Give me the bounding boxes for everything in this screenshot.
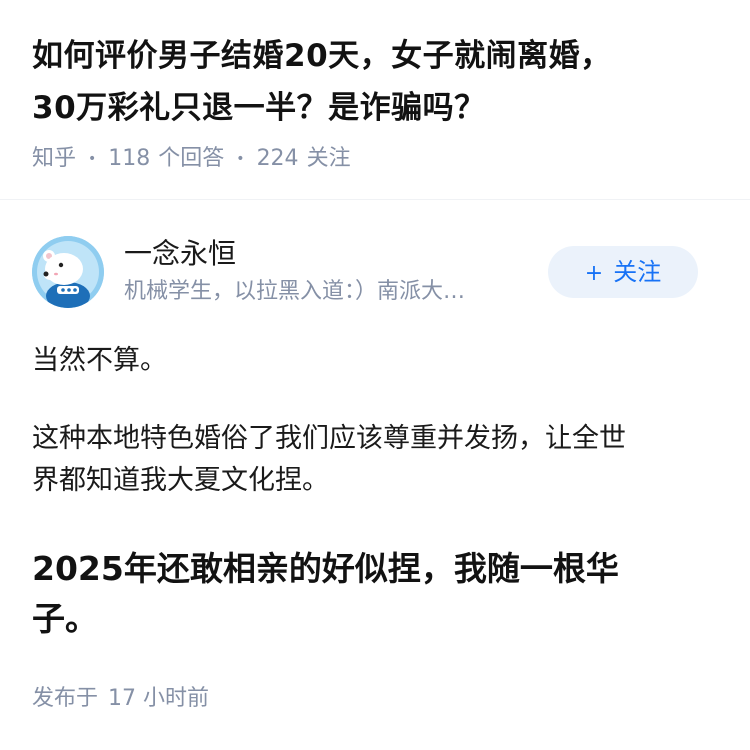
author-bio: 机械学生，以拉黑入道：）南派大… [124, 279, 466, 304]
question-title-line-1[interactable]: 如何评价男子结婚20天，女子就闹离婚， [32, 38, 612, 74]
question-meta: 知乎 • 118 个回答 • 224 关注 [32, 144, 722, 174]
answer-bold-line-1: 2025年还敢相亲的好似捏，我随一根华 [32, 549, 619, 588]
publish-time-value: 17 小时前 [108, 686, 210, 711]
answer-paragraph-line-1: 这种本地特色婚俗了我们应该尊重并发扬，让全世 [32, 423, 626, 454]
answer-paragraph: 这种本地特色婚俗了我们应该尊重并发扬，让全世 界都知道我大夏文化捏。 [32, 418, 712, 502]
separator-dot: • [88, 151, 97, 167]
answer-bold-line-2: 子。 [32, 599, 98, 638]
source-label[interactable]: 知乎 [32, 144, 76, 174]
publish-time: 发布于 17 小时前 [32, 684, 209, 714]
question-title-line-2[interactable]: 30万彩礼只退一半？是诈骗吗？ [32, 90, 486, 126]
answer-count-label: 个回答 [158, 146, 225, 171]
question-header: 如何评价男子结婚20天，女子就闹离婚， 30万彩礼只退一半？是诈骗吗？ 知乎 •… [32, 30, 722, 174]
author-avatar[interactable] [32, 236, 104, 308]
follower-count-label: 关注 [306, 146, 351, 171]
separator-dot: • [236, 151, 245, 167]
author-row: 一念永恒 机械学生，以拉黑入道：）南派大… + 关注 [32, 234, 718, 310]
polar-bear-astronaut-avatar-icon [32, 236, 104, 308]
answer-bold-paragraph: 2025年还敢相亲的好似捏，我随一根华 子。 [32, 544, 712, 644]
question-title[interactable]: 如何评价男子结婚20天，女子就闹离婚， 30万彩礼只退一半？是诈骗吗？ [32, 30, 722, 134]
publish-label: 发布于 [32, 686, 99, 711]
section-divider [0, 199, 750, 200]
answer-paragraph: 当然不算。 [32, 345, 167, 376]
follower-count: 224 [256, 146, 299, 171]
author-name[interactable]: 一念永恒 [124, 234, 544, 274]
answer-count: 118 [108, 146, 151, 171]
plus-icon: + [584, 261, 604, 286]
answer-content: 当然不算。 这种本地特色婚俗了我们应该尊重并发扬，让全世 界都知道我大夏文化捏。… [32, 340, 712, 644]
follow-button[interactable]: + 关注 [548, 246, 698, 298]
answer-paragraph-line-2: 界都知道我大夏文化捏。 [32, 465, 329, 496]
follow-button-label: 关注 [613, 258, 662, 286]
author-info: 一念永恒 机械学生，以拉黑入道：）南派大… [124, 234, 544, 308]
